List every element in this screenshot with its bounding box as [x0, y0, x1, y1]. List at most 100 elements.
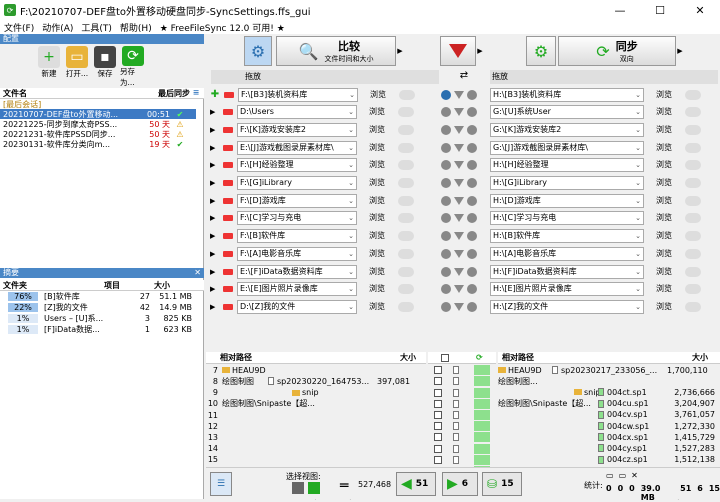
table-row[interactable]: 8 绘图制图 sp20230220_164753... 397,081: [206, 376, 426, 387]
cloud-icon[interactable]: [398, 301, 414, 312]
sync-action-row[interactable]: [428, 443, 496, 454]
left-folder-input[interactable]: E:\[F]iData数据资料库 ⌄: [237, 264, 357, 279]
expand-arrow-icon[interactable]: ▶: [210, 108, 218, 116]
config-item[interactable]: 20221231-软件库PSSD同步... 50 天 ⚠: [0, 129, 196, 139]
cloud-icon[interactable]: [685, 89, 701, 100]
remove-pair-icon[interactable]: [223, 180, 233, 186]
remove-pair-icon[interactable]: [223, 109, 233, 116]
cloud-icon[interactable]: [685, 178, 701, 188]
remove-pair-icon[interactable]: [223, 144, 233, 151]
sync-direction-icon[interactable]: [474, 365, 491, 376]
browse-button[interactable]: 浏览: [646, 158, 682, 172]
maximize-button[interactable]: ☐: [640, 0, 680, 20]
browse-button[interactable]: 浏览: [359, 176, 395, 190]
browse-button[interactable]: 浏览: [359, 229, 395, 243]
table-row[interactable]: 004cv.sp1 3,761,057: [498, 410, 720, 421]
gear-icon[interactable]: [441, 284, 451, 295]
table-row[interactable]: 004cy.sp1 1,527,283: [498, 443, 720, 454]
right-folder-input[interactable]: G:\[K]游戏安装库2 ⌄: [490, 122, 644, 137]
close-button[interactable]: ✕: [680, 0, 720, 20]
left-folder-input[interactable]: F:\[B3]装机资料库 ⌄: [238, 87, 358, 102]
row-checkbox[interactable]: [433, 399, 442, 408]
gear-icon[interactable]: [441, 107, 451, 118]
remove-pair-icon[interactable]: [223, 268, 233, 275]
cloud-icon[interactable]: [685, 195, 701, 206]
sync-action-row[interactable]: [428, 432, 496, 443]
new-config-button[interactable]: + 新建: [36, 44, 62, 88]
gear-icon[interactable]: [441, 89, 451, 100]
cloud-icon[interactable]: [398, 142, 414, 153]
table-row[interactable]: 004cz.sp1 1,512,138: [498, 454, 720, 465]
filter-icon[interactable]: [454, 214, 464, 223]
sync-action-row[interactable]: [428, 387, 496, 398]
filter-dropdown[interactable]: ▶: [476, 36, 484, 66]
sync-button[interactable]: ⟳ 同步 双向: [558, 36, 676, 66]
cloud-icon[interactable]: [398, 160, 414, 171]
left-folder-input[interactable]: F:\[D]游戏库 ⌄: [237, 193, 357, 208]
browse-button[interactable]: 浏览: [359, 300, 395, 314]
sync-action-row[interactable]: [428, 376, 496, 387]
compare-dropdown[interactable]: ▶: [396, 36, 404, 66]
add-pair-icon[interactable]: ✚: [210, 89, 220, 100]
browse-button[interactable]: 浏览: [646, 141, 682, 155]
cloud-icon[interactable]: [685, 142, 701, 153]
browse-button[interactable]: 浏览: [646, 247, 682, 261]
filter-icon[interactable]: [454, 90, 464, 99]
expand-arrow-icon[interactable]: ▶: [210, 179, 218, 187]
browse-button[interactable]: 浏览: [359, 141, 395, 155]
row-checkbox[interactable]: [433, 366, 442, 375]
browse-button[interactable]: 浏览: [360, 88, 396, 102]
table-row[interactable]: 7 HEAU9D: [206, 365, 426, 376]
summary-row[interactable]: 22% [Z]我的文件 42 14.9 MB: [0, 302, 204, 313]
remove-pair-icon[interactable]: [223, 197, 233, 204]
cloud-icon[interactable]: [398, 124, 414, 135]
gear-icon[interactable]: [441, 248, 451, 259]
right-folder-input[interactable]: H:\[G]iLibrary ⌄: [490, 176, 644, 190]
gear-icon[interactable]: [467, 248, 477, 259]
gear-icon[interactable]: [467, 89, 477, 100]
expand-arrow-icon[interactable]: ▶: [210, 232, 218, 240]
update-filter[interactable]: ▶ 6: [442, 472, 478, 496]
gear-icon[interactable]: [467, 301, 477, 312]
filter-icon[interactable]: [454, 196, 464, 205]
remove-pair-icon[interactable]: [223, 162, 233, 169]
table-row[interactable]: 13: [206, 432, 426, 443]
browse-button[interactable]: 浏览: [359, 158, 395, 172]
update-notice[interactable]: ★ FreeFileSync 12.0 可用! ★: [160, 21, 285, 34]
save-as-config-button[interactable]: ⟳ 另存为...: [120, 44, 146, 88]
expand-arrow-icon[interactable]: ▶: [210, 268, 218, 276]
browse-button[interactable]: 浏览: [359, 123, 395, 137]
filter-icon[interactable]: [454, 125, 464, 134]
left-folder-input[interactable]: F:\[A]电影音乐库 ⌄: [237, 246, 357, 261]
right-folder-input[interactable]: H:\[C]学习与充电 ⌄: [490, 211, 644, 226]
browse-button[interactable]: 浏览: [646, 123, 682, 137]
right-folder-input[interactable]: G:\[J]游戏截图录屏素材库\ ⌄: [490, 140, 644, 155]
browse-button[interactable]: 浏览: [359, 194, 395, 208]
gear-icon[interactable]: [441, 124, 451, 135]
right-folder-input[interactable]: H:\[H]经验整理 ⌄: [490, 158, 644, 173]
gear-icon[interactable]: [467, 213, 477, 224]
left-folder-input[interactable]: D:\Users ⌄: [237, 105, 357, 120]
browse-button[interactable]: 浏览: [646, 88, 682, 102]
cloud-icon[interactable]: [685, 248, 701, 259]
row-checkbox[interactable]: [433, 455, 442, 464]
right-folder-input[interactable]: H:\[A]电影音乐库 ⌄: [490, 246, 644, 261]
sync-direction-icon[interactable]: [474, 443, 491, 454]
browse-button[interactable]: 浏览: [359, 105, 395, 119]
right-folder-input[interactable]: H:\[F]iData数据资料库 ⌄: [490, 264, 644, 279]
expand-arrow-icon[interactable]: ▶: [210, 126, 218, 134]
expand-arrow-icon[interactable]: ▶: [210, 250, 218, 258]
cloud-icon[interactable]: [685, 231, 701, 242]
sync-dropdown[interactable]: ▶: [676, 36, 684, 66]
cloud-icon[interactable]: [685, 213, 701, 224]
table-row[interactable]: 绘图制图...: [498, 376, 720, 387]
browse-button[interactable]: 浏览: [359, 247, 395, 261]
browse-button[interactable]: 浏览: [646, 211, 682, 225]
left-folder-input[interactable]: F:\[G]iLibrary ⌄: [237, 176, 357, 190]
gear-icon[interactable]: [467, 231, 477, 242]
row-checkbox[interactable]: [433, 388, 442, 397]
cloud-icon[interactable]: [685, 301, 701, 312]
expand-arrow-icon[interactable]: ▶: [210, 214, 218, 222]
left-folder-input[interactable]: F:\[H]经验整理 ⌄: [237, 158, 357, 173]
browse-button[interactable]: 浏览: [646, 194, 682, 208]
